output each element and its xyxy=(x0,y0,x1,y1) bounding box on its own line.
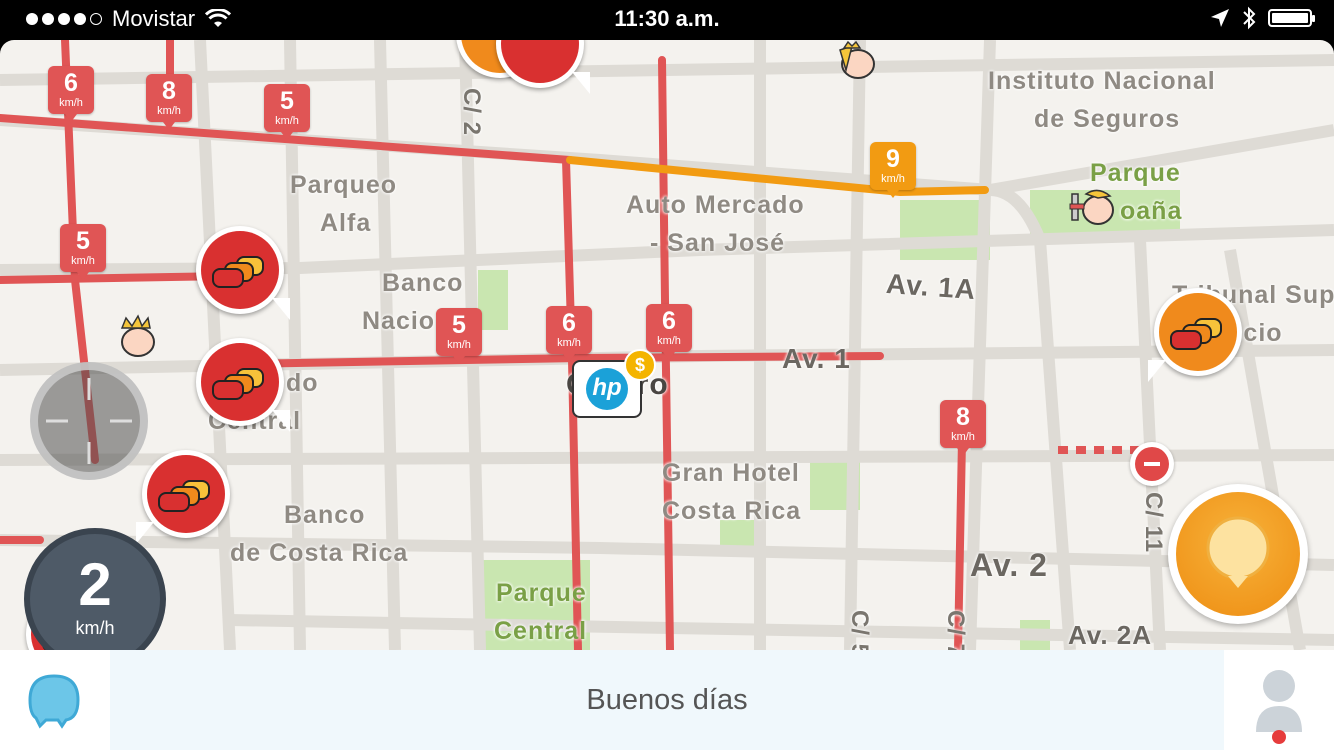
greeting-banner[interactable]: Buenos días xyxy=(110,650,1224,750)
speed-pin[interactable]: 8 km/h xyxy=(940,400,986,456)
label-c2: C/ 2 xyxy=(458,88,485,137)
label-mercado-frag: do xyxy=(286,369,319,397)
speed-pin[interactable]: 9 km/h xyxy=(870,142,916,198)
traffic-jam-icon[interactable] xyxy=(196,338,290,432)
label-banco-cr: Banco xyxy=(284,501,366,529)
report-button[interactable] xyxy=(1168,484,1308,624)
label-banco-cr-2: de Costa Rica xyxy=(230,539,409,567)
map-view[interactable]: Instituto Nacional de Seguros Parque oañ… xyxy=(0,40,1334,650)
speed-pin[interactable]: 8 km/h xyxy=(146,74,192,130)
wazer-avatar-icon[interactable] xyxy=(830,40,878,84)
label-auto-mercado: Auto Mercado xyxy=(626,191,805,219)
label-av-1: Av. 1 xyxy=(782,343,851,374)
label-auto-mercado-2: - San José xyxy=(650,229,786,257)
status-icons xyxy=(1210,6,1315,30)
label-av-1a: Av. 1A xyxy=(885,267,978,306)
waze-menu-button[interactable] xyxy=(22,670,84,730)
speed-pin[interactable]: 5 km/h xyxy=(264,84,310,140)
label-parque-central: Parque xyxy=(496,579,587,607)
label-gran-hotel: Gran Hotel xyxy=(662,459,800,487)
label-av-2: Av. 2 xyxy=(970,547,1048,583)
wazer-avatar-icon[interactable] xyxy=(1068,186,1116,230)
label-banco-nacional: Banco xyxy=(382,269,464,297)
traffic-jam-icon[interactable] xyxy=(1148,288,1242,382)
speed-pin[interactable]: 5 km/h xyxy=(436,308,482,364)
clock: 11:30 a.m. xyxy=(614,6,720,31)
label-parque-central-2: Central xyxy=(494,617,588,645)
bluetooth-icon xyxy=(1243,6,1256,30)
label-parqueo: Parqueo xyxy=(290,171,398,199)
speed-pin[interactable]: 5 km/h xyxy=(60,224,106,280)
location-arrow-icon xyxy=(1211,9,1229,27)
speed-pin[interactable]: 6 km/h xyxy=(646,304,692,360)
report-pin-icon xyxy=(1206,516,1270,588)
label-banco-nacional-2: Nacio xyxy=(362,307,436,335)
label-c5: C/ 5 xyxy=(846,610,873,650)
battery-icon xyxy=(1268,9,1315,27)
speed-pin[interactable]: 6 km/h xyxy=(48,66,94,122)
speed-unit: km/h xyxy=(75,618,115,638)
label-gran-hotel-2: Costa Rica xyxy=(662,497,802,525)
crosshair-icon xyxy=(46,378,132,464)
wazer-avatar-icon[interactable] xyxy=(112,314,160,358)
traffic-jam-icon[interactable] xyxy=(136,450,230,544)
label-parqueo-2: Alfa xyxy=(320,209,372,237)
label-instituto-2: de Seguros xyxy=(1034,105,1181,133)
label-c11: C/ 11 xyxy=(1140,492,1167,554)
speed-value: 2 xyxy=(78,551,112,618)
notification-dot xyxy=(1272,730,1286,744)
label-instituto: Instituto Nacional xyxy=(988,67,1216,95)
bottom-bar: Buenos días xyxy=(0,650,1334,750)
label-av-2a: Av. 2A xyxy=(1068,620,1153,650)
road-closure-icon[interactable] xyxy=(1130,442,1174,486)
label-c7: C/ 7 xyxy=(942,610,969,650)
coin-icon: $ xyxy=(624,349,656,381)
status-bar: Movistar 11:30 a.m. xyxy=(0,0,1334,40)
speed-pin[interactable]: 6 km/h xyxy=(546,306,592,362)
traffic-jam-icon[interactable] xyxy=(196,226,290,320)
recenter-button[interactable] xyxy=(30,362,148,480)
hp-logo-icon: hp xyxy=(586,368,628,410)
label-parque-espana-2: oaña xyxy=(1120,197,1183,225)
